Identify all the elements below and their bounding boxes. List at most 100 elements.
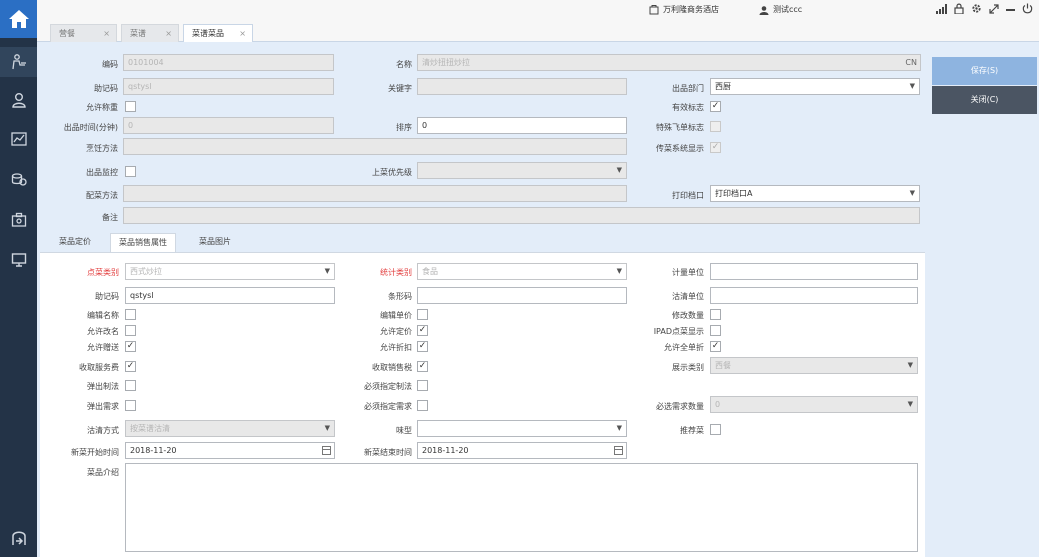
nav-report[interactable] [0, 124, 37, 154]
must-request-checkbox[interactable] [417, 400, 428, 411]
valid-checkbox[interactable]: ✓ [710, 101, 721, 112]
keyword-input[interactable] [417, 78, 627, 95]
dept-select[interactable]: 西厨 ▼ [710, 78, 920, 95]
sidebar [0, 0, 37, 557]
user-icon [11, 93, 26, 108]
nav-logout[interactable] [0, 523, 37, 553]
chevron-down-icon: ▼ [616, 267, 622, 275]
power-icon[interactable] [1022, 3, 1033, 14]
tab-pricing[interactable]: 菜品定价 [51, 233, 99, 252]
service-fee-checkbox[interactable]: ✓ [125, 361, 136, 372]
allow-weigh-checkbox[interactable] [125, 101, 136, 112]
allow-price-checkbox[interactable]: ✓ [417, 325, 428, 336]
close-icon[interactable]: × [165, 25, 172, 42]
barcode-input[interactable] [417, 287, 627, 304]
request-count-select[interactable]: 0 ▼ [710, 396, 918, 413]
flyer-checkbox[interactable] [710, 121, 721, 132]
recommend-label: 推荐菜 [680, 426, 704, 435]
order-category-select[interactable]: 西式炒拉 ▼ [125, 263, 335, 280]
full-discount-checkbox[interactable]: ✓ [710, 341, 721, 352]
discount-checkbox[interactable]: ✓ [417, 341, 428, 352]
minimize-icon[interactable] [1006, 4, 1015, 14]
monitor-label: 出品监控 [86, 168, 118, 177]
new-end-date-input[interactable]: 2018-11-20 [417, 442, 627, 459]
tab-menu-dish[interactable]: 菜谱菜品 × [183, 24, 253, 43]
edit-name-checkbox[interactable] [125, 309, 136, 320]
clean-unit-label: 沽清单位 [672, 292, 704, 301]
recommend-checkbox[interactable] [710, 424, 721, 435]
save-button[interactable]: 保存(S) [932, 57, 1037, 85]
signal-icon[interactable] [936, 3, 947, 14]
tab-label: 菜谱菜品 [192, 29, 224, 38]
user-info[interactable]: 测试ccc [759, 4, 802, 15]
sort-input[interactable]: 0 [417, 117, 627, 134]
cook-input[interactable] [123, 138, 627, 155]
stat-category-select[interactable]: 食品 ▼ [417, 263, 627, 280]
sales-tax-checkbox[interactable]: ✓ [417, 361, 428, 372]
ipad-checkbox[interactable] [710, 325, 721, 336]
transfer-checkbox[interactable]: ✓ [710, 142, 721, 153]
display-category-select[interactable]: 西餐 ▼ [710, 357, 918, 374]
tab-images[interactable]: 菜品图片 [191, 233, 239, 252]
nav-finance[interactable] [0, 164, 37, 194]
stat-category-value: 食品 [422, 267, 438, 276]
print-select[interactable]: 打印档口A ▼ [710, 185, 920, 202]
edit-price-checkbox[interactable] [417, 309, 428, 320]
clean-unit-input[interactable] [710, 287, 918, 304]
rename-checkbox[interactable] [125, 325, 136, 336]
popup-method-label: 弹出制法 [87, 382, 119, 391]
calendar-icon[interactable] [322, 446, 331, 455]
code-input[interactable]: 0101004 [123, 54, 334, 71]
sort-label: 排序 [396, 123, 412, 132]
popup-method-checkbox[interactable] [125, 380, 136, 391]
home-icon [8, 10, 29, 28]
close-icon[interactable]: × [239, 25, 246, 42]
remark-input[interactable] [123, 207, 920, 224]
expand-icon[interactable] [989, 3, 999, 14]
tab-order[interactable]: 营餐 × [50, 24, 117, 42]
gear-icon[interactable] [971, 3, 982, 14]
chevron-down-icon: ▼ [616, 166, 622, 174]
nav-waiter[interactable] [0, 47, 37, 77]
calendar-icon[interactable] [614, 446, 623, 455]
monitor-checkbox[interactable] [125, 166, 136, 177]
language-badge[interactable]: CN [905, 55, 917, 70]
nav-user[interactable] [0, 85, 37, 115]
taste-label: 味型 [396, 426, 412, 435]
intro-textarea[interactable] [125, 463, 918, 552]
close-button[interactable]: 关闭(C) [932, 86, 1037, 114]
tab-menu[interactable]: 菜谱 × [121, 24, 179, 42]
time-input[interactable]: 0 [123, 117, 334, 134]
dish-form: 编码 0101004 名称 清炒扭扭炒拉 CN 助记码 qstysl 关键字 出… [37, 42, 925, 557]
cook-label: 烹饪方法 [86, 144, 118, 153]
new-end-value: 2018-11-20 [422, 446, 469, 455]
taste-select[interactable]: ▼ [417, 420, 627, 437]
dept-label: 出品部门 [672, 84, 704, 93]
priority-select[interactable]: ▼ [417, 162, 627, 179]
popup-request-checkbox[interactable] [125, 400, 136, 411]
unit-input[interactable] [710, 263, 918, 280]
garnish-input[interactable] [123, 185, 627, 202]
request-count-label: 必选需求数量 [656, 402, 704, 411]
home-button[interactable] [0, 0, 37, 38]
nav-portfolio[interactable] [0, 205, 37, 235]
clean-mode-select[interactable]: 按菜谱沽清 ▼ [125, 420, 335, 437]
sales-mnemonic-input[interactable]: qstysl [125, 287, 335, 304]
new-start-date-input[interactable]: 2018-11-20 [125, 442, 335, 459]
modify-qty-checkbox[interactable] [710, 309, 721, 320]
tab-sales-attributes[interactable]: 菜品销售属性 [110, 233, 176, 252]
chevron-down-icon: ▼ [324, 424, 330, 432]
must-method-label: 必须指定制法 [364, 382, 412, 391]
must-method-checkbox[interactable] [417, 380, 428, 391]
lock-icon[interactable] [954, 3, 964, 14]
service-fee-label: 收取服务费 [79, 363, 119, 372]
waiter-icon [11, 54, 26, 70]
window-tools [936, 3, 1033, 14]
time-label: 出品时间(分钟) [63, 123, 118, 132]
close-icon[interactable]: × [103, 25, 110, 42]
nav-monitor[interactable] [0, 245, 37, 275]
mnemonic-input[interactable]: qstysl [123, 78, 334, 95]
name-input[interactable]: 清炒扭扭炒拉 CN [417, 54, 921, 71]
gift-checkbox[interactable]: ✓ [125, 341, 136, 352]
hotel-icon [649, 4, 659, 14]
